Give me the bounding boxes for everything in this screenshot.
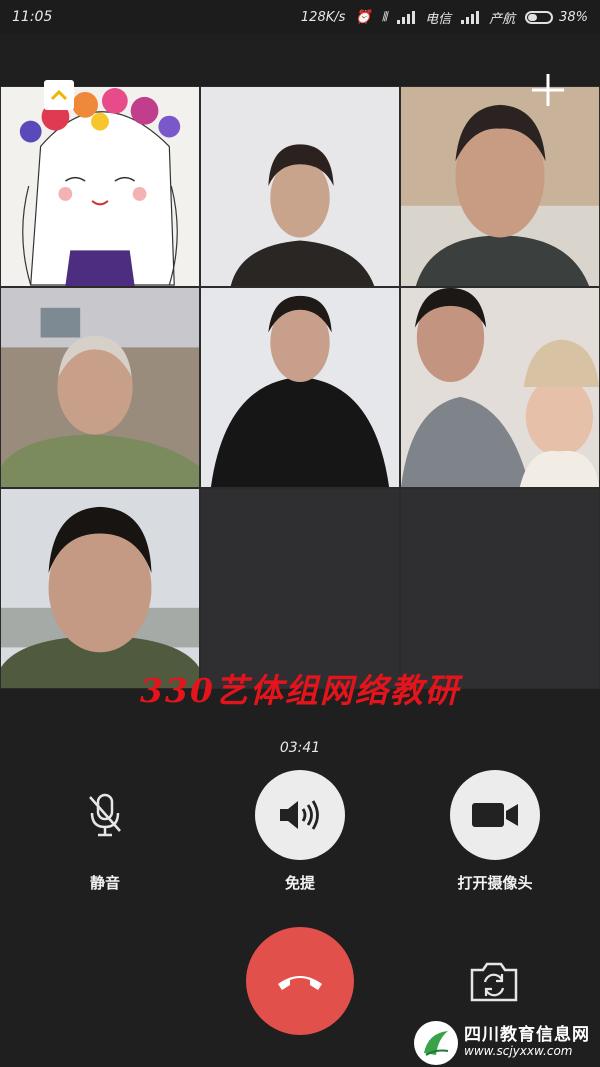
speaker-label: 免提 — [284, 874, 315, 892]
battery-icon — [525, 10, 554, 24]
video-camera-icon — [472, 803, 518, 827]
speaker-button-circle[interactable] — [255, 770, 345, 860]
camera-label: 打开摄像头 — [457, 874, 533, 892]
signal-icon-2 — [461, 10, 480, 24]
battery-percent: 38% — [559, 9, 588, 25]
speaker-icon — [280, 800, 319, 830]
participant-tile[interactable] — [400, 86, 600, 287]
vibrate-icon: ⫴ — [381, 9, 388, 25]
participant-video — [1, 288, 199, 487]
camera-button-circle[interactable] — [450, 770, 540, 860]
network-speed: 128K/s — [300, 9, 346, 25]
watermark-title: 四川教育信息网 — [464, 1025, 590, 1046]
mic-off-icon — [89, 793, 121, 837]
status-bar: 11:05 128K/s ⏰ ⫴ 电信 产航 38% — [0, 0, 600, 34]
participant-tile[interactable] — [200, 86, 400, 287]
participant-tile[interactable] — [400, 287, 600, 488]
plus-icon — [532, 74, 564, 106]
participant-video — [201, 87, 399, 286]
mute-button[interactable]: 静音 — [35, 770, 175, 893]
participant-tile[interactable] — [0, 86, 200, 287]
overlay-caption: 330艺体组网络教研 — [140, 671, 460, 710]
call-timer: 03:41 — [279, 740, 321, 756]
camera-button[interactable]: 打开摄像头 — [425, 770, 565, 893]
participant-video — [401, 288, 599, 487]
watermark-text: 四川教育信息网 www.scjyxxw.com — [464, 1025, 590, 1059]
status-time: 11:05 — [12, 9, 53, 25]
battery-indicator: 38% — [525, 10, 588, 25]
add-participant-button[interactable] — [530, 72, 566, 108]
status-icons: 128K/s ⏰ ⫴ 电信 产航 38% — [301, 8, 588, 27]
participant-video — [1, 489, 199, 688]
watermark-url: www.scjyxxw.com — [464, 1044, 573, 1059]
phone-hangup-icon — [278, 976, 322, 990]
collapse-button[interactable] — [44, 80, 74, 110]
alarm-icon: ⏰ — [355, 9, 372, 25]
watermark: 四川教育信息网 www.scjyxxw.com — [414, 1018, 600, 1067]
participant-tile[interactable] — [0, 488, 200, 689]
mute-button-circle[interactable] — [60, 770, 150, 860]
participant-tile[interactable] — [0, 287, 200, 488]
signal-icon — [397, 10, 416, 24]
participant-tile[interactable] — [200, 287, 400, 488]
chevron-up-icon — [50, 89, 68, 101]
watermark-logo-icon — [414, 1020, 458, 1065]
participant-video — [401, 87, 599, 286]
video-grid — [0, 86, 600, 689]
carrier-1: 电信 — [425, 11, 452, 27]
mute-label: 静音 — [89, 874, 120, 892]
switch-camera-button[interactable] — [468, 960, 520, 1004]
drawing-avatar — [1, 87, 199, 286]
hangup-button[interactable] — [246, 927, 354, 1035]
carrier-2: 产航 — [489, 11, 516, 27]
speaker-button[interactable]: 免提 — [230, 770, 370, 893]
camera-switch-icon — [470, 962, 518, 1002]
empty-slot — [400, 488, 600, 689]
empty-slot — [200, 488, 400, 689]
participant-video — [201, 288, 399, 487]
